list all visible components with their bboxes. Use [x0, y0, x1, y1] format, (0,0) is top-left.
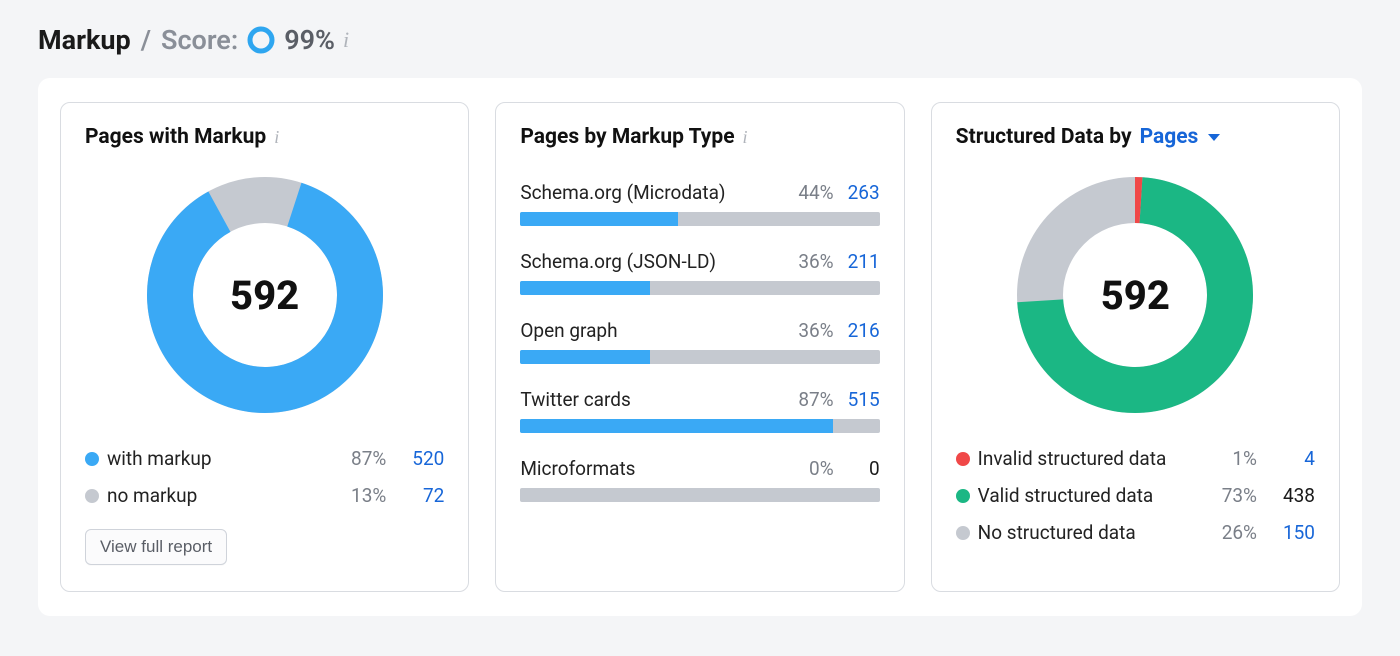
legend-label: with markup [107, 447, 340, 470]
bar-track [520, 419, 879, 433]
bar-pct: 0% [809, 457, 834, 480]
legend-dot-icon [956, 452, 970, 466]
legend-dot-icon [85, 489, 99, 503]
bar-value: 0 [848, 457, 880, 480]
bar-fill [520, 281, 649, 295]
donut-center-value: 592 [1011, 171, 1259, 419]
page-title: Markup [38, 24, 131, 56]
bar-label: Twitter cards [520, 388, 630, 411]
legend-pct: 26% [1211, 521, 1267, 544]
bar-pct: 87% [798, 388, 833, 411]
page-header: Markup / Score: 99% i [38, 24, 1362, 56]
legend-pct: 13% [340, 484, 396, 507]
donut-chart-markup: 592 [141, 171, 389, 419]
legend-row: Invalid structured data 1% 4 [956, 447, 1315, 470]
bar-item: Schema.org (Microdata) 44% 263 [520, 181, 879, 226]
legend-value: 438 [1267, 484, 1315, 507]
bar-pct: 36% [798, 250, 833, 273]
card-title-text: Pages with Markup [85, 125, 266, 149]
card-title: Structured Data by Pages [956, 125, 1315, 149]
card-title-prefix: Structured Data by [956, 125, 1132, 149]
legend-row: with markup 87% 520 [85, 447, 444, 470]
card-structured-data: Structured Data by Pages 592 [931, 102, 1340, 592]
donut-chart-structured: 592 [1011, 171, 1259, 419]
legend-value-link[interactable]: 520 [396, 447, 444, 470]
bar-label: Microformats [520, 457, 635, 480]
legend-label: Invalid structured data [978, 447, 1211, 470]
legend-pct: 87% [340, 447, 396, 470]
bar-value-link[interactable]: 216 [848, 319, 880, 342]
legend-row: Valid structured data 73% 438 [956, 484, 1315, 507]
legend-pct: 73% [1211, 484, 1267, 507]
legend-row: No structured data 26% 150 [956, 521, 1315, 544]
legend-label: Valid structured data [978, 484, 1211, 507]
bar-label: Schema.org (Microdata) [520, 181, 725, 204]
card-pages-by-markup-type: Pages by Markup Type i Schema.org (Micro… [495, 102, 904, 592]
bar-pct: 36% [798, 319, 833, 342]
legend-value-link[interactable]: 4 [1267, 447, 1315, 470]
bar-label: Schema.org (JSON-LD) [520, 250, 716, 273]
bar-track [520, 350, 879, 364]
legend-value-link[interactable]: 150 [1267, 521, 1315, 544]
cards-panel: Pages with Markup i 592 with markup 87% … [38, 78, 1362, 616]
score-ring-icon [246, 25, 276, 55]
structured-by-dropdown[interactable]: Pages [1140, 125, 1220, 149]
bar-fill [520, 419, 833, 433]
card-title-text: Pages by Markup Type [520, 125, 734, 149]
legend-label: no markup [107, 484, 340, 507]
legend-dot-icon [85, 452, 99, 466]
bar-fill [520, 212, 678, 226]
breadcrumb-separator: / [141, 24, 151, 56]
bar-item: Twitter cards 87% 515 [520, 388, 879, 433]
bar-track [520, 488, 879, 502]
card-title: Pages by Markup Type i [520, 125, 879, 149]
chevron-down-icon [1208, 134, 1220, 141]
bar-label: Open graph [520, 319, 617, 342]
bar-value-link[interactable]: 211 [848, 250, 880, 273]
info-icon[interactable]: i [743, 127, 748, 148]
score-value: 99% [284, 24, 335, 56]
bar-item: Microformats 0% 0 [520, 457, 879, 502]
legend-markup: with markup 87% 520 no markup 13% 72 [85, 447, 444, 507]
legend-label: No structured data [978, 521, 1211, 544]
donut-center-value: 592 [141, 171, 389, 419]
bar-item: Schema.org (JSON-LD) 36% 211 [520, 250, 879, 295]
bar-track [520, 212, 879, 226]
card-pages-with-markup: Pages with Markup i 592 with markup 87% … [60, 102, 469, 592]
view-full-report-button[interactable]: View full report [85, 529, 227, 565]
card-title: Pages with Markup i [85, 125, 444, 149]
legend-pct: 1% [1211, 447, 1267, 470]
legend-structured: Invalid structured data 1% 4 Valid struc… [956, 447, 1315, 544]
bar-item: Open graph 36% 216 [520, 319, 879, 364]
dropdown-label: Pages [1140, 125, 1199, 149]
bar-value-link[interactable]: 263 [848, 181, 880, 204]
bar-value-link[interactable]: 515 [848, 388, 880, 411]
score-label: Score: [161, 24, 238, 56]
legend-row: no markup 13% 72 [85, 484, 444, 507]
legend-dot-icon [956, 489, 970, 503]
info-icon[interactable]: i [274, 127, 279, 148]
info-icon[interactable]: i [343, 27, 349, 53]
bar-track [520, 281, 879, 295]
bar-list: Schema.org (Microdata) 44% 263 Schema.or… [520, 181, 879, 502]
legend-value-link[interactable]: 72 [396, 484, 444, 507]
legend-dot-icon [956, 526, 970, 540]
bar-pct: 44% [798, 181, 833, 204]
bar-fill [520, 350, 649, 364]
